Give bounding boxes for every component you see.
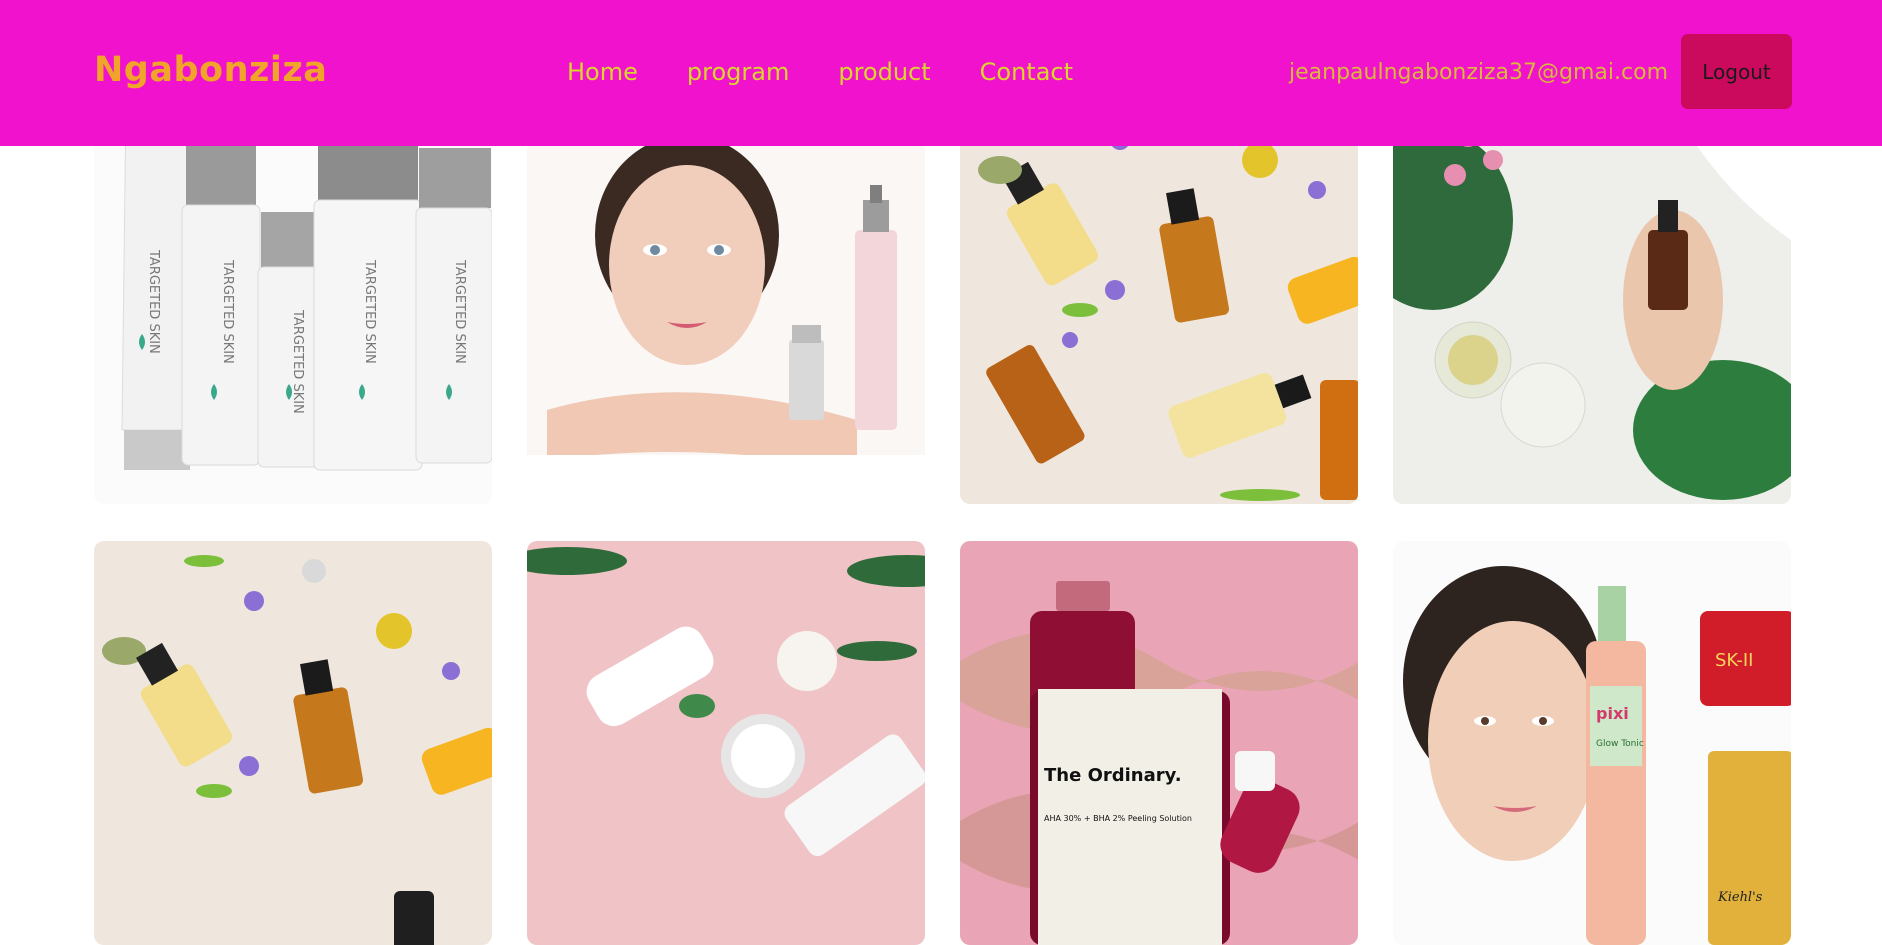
product-grid: TARGETED SKIN TARGETED SKIN TARGETED SKI… <box>94 100 1792 945</box>
logout-button[interactable]: Logout <box>1681 34 1792 109</box>
kiehls-label: Kiehl's <box>1717 890 1763 905</box>
product-sub-label: AHA 30% + BHA 2% Peeling Solution <box>1044 814 1192 823</box>
serum-bottles-flatlay-image-2 <box>94 541 492 945</box>
product-card[interactable] <box>94 541 492 945</box>
product-card[interactable] <box>960 100 1358 504</box>
nav-product-link[interactable]: product <box>838 58 930 86</box>
bottle-label: TARGETED SKIN <box>362 259 377 364</box>
product-card[interactable] <box>1393 100 1791 504</box>
the-ordinary-serum-image: The Ordinary. AHA 30% + BHA 2% Peeling S… <box>960 541 1358 945</box>
nav-contact-link[interactable]: Contact <box>980 58 1073 86</box>
product-card[interactable]: TARGETED SKIN TARGETED SKIN TARGETED SKI… <box>94 100 492 504</box>
product-card[interactable] <box>527 100 925 504</box>
main-nav: Home program product Contact <box>567 58 1073 86</box>
product-card[interactable]: The Ordinary. AHA 30% + BHA 2% Peeling S… <box>960 541 1358 945</box>
pink-cosmetics-flatlay-image <box>527 541 925 945</box>
bottle-label: TARGETED SKIN <box>146 249 161 354</box>
bottle-label: TARGETED SKIN <box>290 309 305 414</box>
targeted-skin-bottles-image: TARGETED SKIN TARGETED SKIN TARGETED SKI… <box>94 100 492 504</box>
glow-tonic-label: Glow Tonic <box>1596 739 1644 749</box>
hands-holding-dropper-bottle-image <box>1393 100 1791 504</box>
pixi-label: pixi <box>1596 704 1629 723</box>
nav-home-link[interactable]: Home <box>567 58 638 86</box>
woman-with-skincare-products-image: pixi Glow Tonic SK-II Kiehl's <box>1393 541 1791 945</box>
serum-bottles-flatlay-image <box>960 100 1358 504</box>
bottle-label: TARGETED SKIN <box>452 259 467 364</box>
product-card[interactable]: pixi Glow Tonic SK-II Kiehl's <box>1393 541 1791 945</box>
brand-logo[interactable]: Ngabonziza <box>94 50 327 90</box>
nav-program-link[interactable]: program <box>687 58 789 86</box>
woman-face-with-serum-image <box>527 100 925 504</box>
product-brand-label: The Ordinary. <box>1044 765 1182 786</box>
bottle-label: TARGETED SKIN <box>220 259 235 364</box>
top-header: Ngabonziza Home program product Contact … <box>0 0 1882 146</box>
sk2-label: SK-II <box>1715 650 1753 671</box>
product-card[interactable] <box>527 541 925 945</box>
user-email: jeanpaulngabonziza37@gmai.com <box>1289 60 1668 85</box>
